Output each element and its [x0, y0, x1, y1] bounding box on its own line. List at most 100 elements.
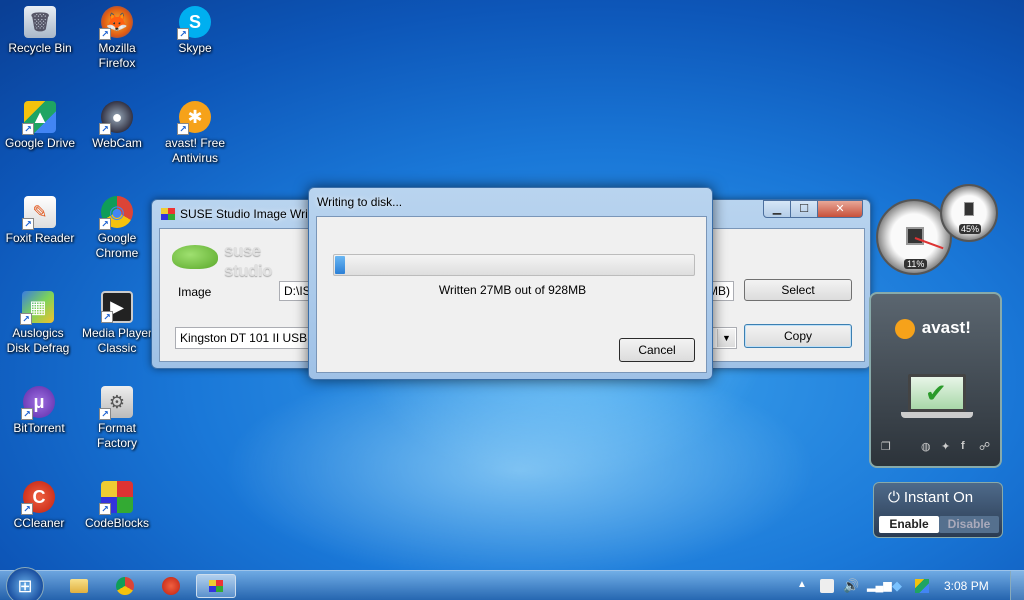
foxit-glyph: ✎ [32, 201, 48, 222]
desktop-icon-codeblocks[interactable]: ■↗ CodeBlocks [79, 481, 155, 531]
shortcut-arrow-icon: ↗ [177, 123, 189, 135]
instant-on-gadget: ⏻ Instant On Enable Disable [873, 482, 1003, 538]
taskbar: ⊞ ▲ 🔊 ▂▄▆ ◆ 3:08 PM [0, 567, 1024, 600]
desktop-icon-label: CCleaner [13, 516, 65, 530]
writing-dialog: Writing to disk... Written 27MB out of 9… [308, 187, 713, 380]
select-button[interactable]: Select [744, 279, 852, 301]
network-icon[interactable]: ▂▄▆ [867, 579, 892, 593]
dialog-client: Written 27MB out of 928MB Cancel [316, 216, 707, 373]
desktop-icon-recycle-bin[interactable]: 🗑 Recycle Bin [2, 6, 78, 56]
maximize-button[interactable]: ☐ [790, 200, 818, 218]
window-icon[interactable]: ❐ [881, 440, 891, 453]
desktop-icon-label: Format Factory [96, 421, 137, 450]
desktop-icon-label: Google Chrome [95, 231, 139, 260]
google-drive-tray-icon[interactable] [915, 579, 929, 593]
suse-logo: suse studio [172, 239, 302, 280]
ccleaner-icon [162, 577, 180, 595]
start-button[interactable]: ⊞ [6, 567, 44, 600]
shortcut-arrow-icon: ↗ [99, 28, 111, 40]
taskbar-chrome[interactable] [105, 574, 145, 598]
taskbar-image-writer[interactable] [196, 574, 236, 598]
desktop-icon-label: Google Drive [4, 136, 76, 150]
memory-gauge: 45% [940, 184, 998, 242]
desktop-icon-firefox[interactable]: 🦊 ↗ Mozilla Firefox [79, 6, 155, 71]
taskbar-ccleaner[interactable] [151, 574, 191, 598]
image-writer-icon [209, 580, 223, 592]
avast-logo-text: avast! [921, 318, 971, 337]
chrome-glyph: ◉ [109, 201, 125, 222]
progress-bar-fill [335, 256, 345, 274]
bittorrent-icon: μ ↗ [21, 386, 55, 420]
desktop-icon-media-player-classic[interactable]: ▶ ↗ Media Player Classic [79, 291, 155, 356]
desktop-icon-label: Media Player Classic [81, 326, 153, 355]
desktop-icon-label: BitTorrent [13, 421, 65, 435]
usb-device-icon[interactable] [820, 579, 834, 593]
power-icon: ⏻ [888, 489, 900, 506]
ccleaner-icon: C ↗ [21, 481, 55, 515]
desktop-icon-auslogics[interactable]: ▦ ↗ Auslogics Disk Defrag [0, 291, 76, 356]
rss-icon[interactable]: ☍ [979, 440, 990, 453]
enable-button[interactable]: Enable [879, 516, 939, 533]
cpu-meter-gadget[interactable]: 11% 45% [874, 184, 1002, 276]
chevron-down-icon[interactable]: ▼ [717, 329, 735, 347]
copy-button[interactable]: Copy [744, 324, 852, 348]
desktop-icon-label: Skype [178, 41, 212, 55]
shortcut-arrow-icon: ↗ [20, 313, 32, 325]
desktop-icon-ccleaner[interactable]: C ↗ CCleaner [1, 481, 77, 531]
skype-icon: S ↗ [177, 6, 211, 40]
avast-laptop-base [901, 412, 973, 418]
desktop-icon-label: Recycle Bin [8, 41, 72, 55]
dialog-title: Writing to disk... [317, 195, 403, 209]
desktop-icon-foxit-reader[interactable]: ✎ ↗ Foxit Reader [2, 196, 78, 246]
disk-defrag-icon: ▦ ↗ [20, 291, 54, 325]
desktop-icon-chrome[interactable]: ◉ ↗ Google Chrome [79, 196, 155, 261]
close-button[interactable]: ✕ [817, 200, 863, 218]
instant-on-label: Instant On [903, 489, 974, 506]
volume-icon[interactable]: 🔊 [843, 579, 859, 593]
desktop-icon-google-drive[interactable]: ▲ ↗ Google Drive [2, 101, 78, 151]
clock[interactable]: 3:08 PM [944, 579, 989, 593]
shortcut-arrow-icon: ↗ [22, 218, 34, 230]
google-drive-icon: ▲ ↗ [22, 101, 56, 135]
taskbar-explorer[interactable] [59, 574, 99, 598]
device-select-value: Kingston DT 101 II USB De [180, 331, 326, 345]
desktop-icon-skype[interactable]: S ↗ Skype [157, 6, 233, 56]
dropbox-icon[interactable]: ◆ [892, 579, 906, 593]
avast-gadget: avast! ✔ ❐ ◍ ✦ f ☍ [869, 292, 1002, 468]
memory-gauge-icon [964, 202, 974, 216]
shortcut-arrow-icon: ↗ [99, 503, 111, 515]
globe-icon[interactable]: ◍ [921, 440, 931, 453]
desktop-icon-format-factory[interactable]: ⚙ ↗ Format Factory [79, 386, 155, 451]
minimize-button[interactable]: ▁ [763, 200, 791, 218]
desktop-icon-bittorrent[interactable]: μ ↗ BitTorrent [1, 386, 77, 436]
shortcut-arrow-icon: ↗ [22, 123, 34, 135]
show-desktop-button[interactable] [1010, 571, 1024, 600]
desktop-icon-avast[interactable]: ✱ ↗ avast! Free Antivirus [157, 101, 233, 166]
twitter-icon[interactable]: ✦ [941, 440, 950, 453]
cancel-button[interactable]: Cancel [619, 338, 695, 362]
format-factory-icon: ⚙ ↗ [99, 386, 133, 420]
shortcut-arrow-icon: ↗ [177, 28, 189, 40]
webcam-glyph: ● [111, 106, 123, 127]
chrome-icon [116, 577, 134, 595]
disable-button[interactable]: Disable [939, 516, 999, 533]
instant-on-title: ⏻ Instant On [888, 489, 973, 506]
dialog-title-bar[interactable]: Writing to disk... [309, 188, 712, 214]
folder-icon [70, 579, 88, 593]
desktop-icon-label: Mozilla Firefox [98, 41, 136, 70]
chrome-icon: ◉ ↗ [99, 196, 133, 230]
show-hidden-icons-icon[interactable]: ▲ [797, 579, 811, 593]
webcam-icon: ● ↗ [99, 101, 133, 135]
avast-logo: avast! [895, 318, 971, 339]
desktop-icon-webcam[interactable]: ● ↗ WebCam [79, 101, 155, 151]
progress-bar [333, 254, 695, 276]
desktop-icon-label: Auslogics Disk Defrag [6, 326, 70, 355]
bittorrent-glyph: μ [33, 391, 45, 412]
progress-status-text: Written 27MB out of 928MB [438, 283, 587, 297]
defrag-glyph: ▦ [29, 296, 47, 317]
ccleaner-glyph: C [32, 486, 46, 507]
skype-glyph: S [188, 11, 201, 32]
checkmark-icon: ✔ [925, 378, 947, 408]
facebook-icon[interactable]: f [961, 440, 965, 452]
desktop-icon-label: avast! Free Antivirus [164, 136, 226, 165]
